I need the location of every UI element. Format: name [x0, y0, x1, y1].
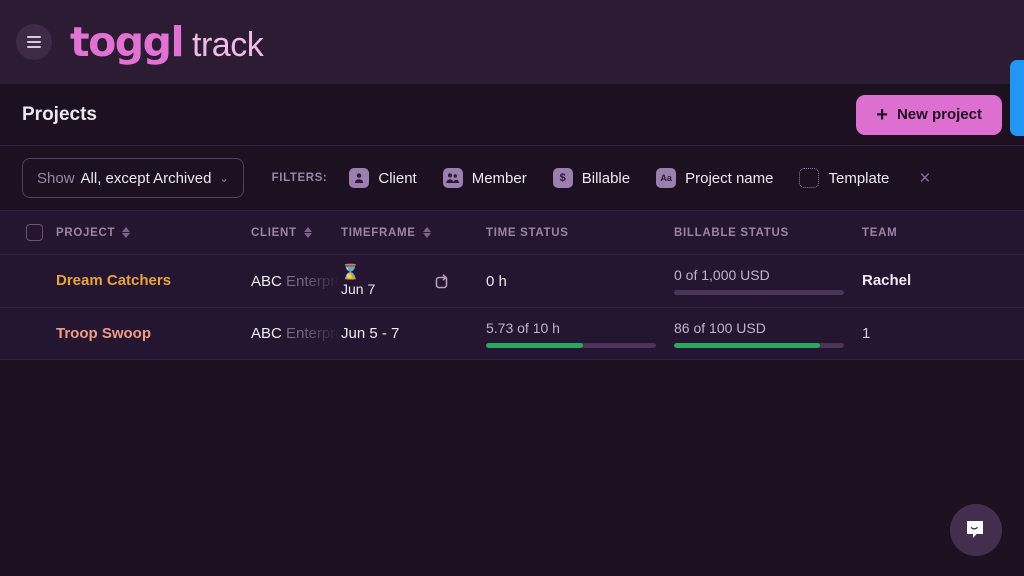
cell-timeframe: ⌛ Jun 7 [341, 265, 486, 297]
cell-time-status: 0 h [486, 273, 674, 290]
column-header-client[interactable]: CLIENT [251, 227, 341, 239]
filter-chip-label: Client [378, 170, 416, 187]
time-status-text: 5.73 of 10 h [486, 320, 674, 336]
sort-toggle-icon[interactable] [423, 227, 431, 238]
support-chat-launcher[interactable] [950, 504, 1002, 556]
filter-chip-label: Template [828, 170, 889, 187]
filter-chip-label: Billable [582, 170, 630, 187]
projects-table: PROJECT CLIENT TIMEFRAME TIME STATUS BIL… [0, 210, 1024, 360]
sort-toggle-icon[interactable] [122, 227, 130, 238]
select-all-cell [0, 224, 56, 241]
column-header-label: TIME STATUS [486, 227, 569, 239]
project-link[interactable]: Troop Swoop [56, 325, 151, 342]
sort-toggle-icon[interactable] [304, 227, 312, 238]
logo-primary-text: toggl [70, 18, 183, 66]
column-header-label: CLIENT [251, 227, 297, 239]
cell-project: Troop Swoop [56, 325, 251, 343]
show-filter-label: Show [37, 170, 75, 187]
cell-client: ABC Enterprises [251, 273, 341, 290]
new-project-button[interactable]: + New project [856, 95, 1002, 135]
cell-team: 1 [862, 325, 1024, 343]
cell-client: ABC Enterprises [251, 325, 341, 342]
filters-label: FILTERS: [272, 172, 328, 184]
cell-team: Rachel [862, 272, 1024, 290]
filter-chip-label: Member [472, 170, 527, 187]
filter-chip-member[interactable]: Member [443, 168, 527, 188]
timeframe-date: Jun 5 - 7 [341, 325, 399, 342]
timeframe-date: Jun 7 [341, 281, 375, 297]
client-name-rest: Enterprises [282, 325, 341, 342]
time-status-text: 0 h [486, 273, 674, 290]
time-progress-bar [486, 343, 656, 348]
row-select-cell [0, 273, 56, 290]
plus-icon: + [876, 105, 888, 125]
hourglass-icon: ⌛ [341, 265, 360, 280]
people-icon [443, 168, 463, 188]
select-all-checkbox[interactable] [26, 224, 43, 241]
column-header-label: PROJECT [56, 227, 115, 239]
cell-timeframe: Jun 5 - 7 [341, 325, 486, 343]
cell-billable-status: 0 of 1,000 USD [674, 267, 862, 295]
column-header-billable-status: BILLABLE STATUS [674, 227, 862, 239]
row-select-cell [0, 325, 56, 342]
top-bar: toggl track [0, 0, 1024, 84]
project-link[interactable]: Dream Catchers [56, 272, 171, 289]
side-panel-tab[interactable] [1010, 60, 1024, 136]
person-icon [349, 168, 369, 188]
page-title: Projects [22, 104, 97, 126]
text-icon: Aa [656, 168, 676, 188]
logo-secondary-text: track [192, 26, 263, 65]
billable-progress-bar [674, 290, 844, 295]
cell-billable-status: 86 of 100 USD [674, 320, 862, 348]
table-row[interactable]: Troop Swoop ABC Enterprises Jun 5 - 7 5.… [0, 307, 1024, 360]
client-name-strong: ABC [251, 325, 282, 342]
template-icon [799, 168, 819, 188]
cell-time-status: 5.73 of 10 h [486, 320, 674, 348]
filter-chip-template[interactable]: Template [799, 168, 889, 188]
hamburger-icon-line [27, 46, 41, 48]
dollar-icon: $ [553, 168, 573, 188]
client-name: ABC Enterprises [251, 325, 341, 342]
show-filter-dropdown[interactable]: Show All, except Archived ⌄ [22, 158, 244, 198]
column-header-project[interactable]: PROJECT [56, 227, 251, 239]
column-header-timeframe[interactable]: TIMEFRAME [341, 227, 486, 239]
billable-status-text: 0 of 1,000 USD [674, 267, 862, 283]
billable-status-text: 86 of 100 USD [674, 320, 862, 336]
filter-chip-label: Project name [685, 170, 773, 187]
hamburger-icon-line [27, 41, 41, 43]
toggl-track-logo[interactable]: toggl track [70, 18, 263, 66]
column-header-team: TEAM [862, 227, 1024, 239]
billable-progress-bar [674, 343, 844, 348]
chevron-down-icon: ⌄ [219, 172, 228, 185]
column-header-label: TIMEFRAME [341, 227, 416, 239]
column-header-label: TEAM [862, 227, 897, 239]
recurring-icon[interactable] [433, 273, 450, 290]
show-filter-value: All, except Archived [81, 170, 212, 187]
team-value: Rachel [862, 272, 911, 289]
filter-chip-client[interactable]: Client [349, 168, 416, 188]
filter-chip-project-name[interactable]: Aa Project name [656, 168, 773, 188]
client-name: ABC Enterprises [251, 273, 341, 290]
column-header-time-status: TIME STATUS [486, 227, 674, 239]
hamburger-menu-button[interactable] [16, 24, 52, 60]
filter-chip-billable[interactable]: $ Billable [553, 168, 630, 188]
team-value: 1 [862, 325, 870, 342]
new-project-label: New project [897, 106, 982, 123]
hamburger-icon-line [27, 36, 41, 38]
column-header-label: BILLABLE STATUS [674, 227, 789, 239]
table-row[interactable]: Dream Catchers ABC Enterprises ⌛ Jun 7 0… [0, 254, 1024, 307]
table-header-row: PROJECT CLIENT TIMEFRAME TIME STATUS BIL… [0, 210, 1024, 254]
cell-project: Dream Catchers [56, 272, 251, 290]
page-header: Projects + New project [0, 84, 1024, 145]
client-name-strong: ABC [251, 273, 282, 290]
chat-bubble-icon [963, 517, 989, 543]
filter-bar: Show All, except Archived ⌄ FILTERS: Cli… [0, 145, 1024, 210]
clear-filters-button[interactable]: × [919, 169, 930, 188]
client-name-rest: Enterprises [282, 273, 341, 290]
